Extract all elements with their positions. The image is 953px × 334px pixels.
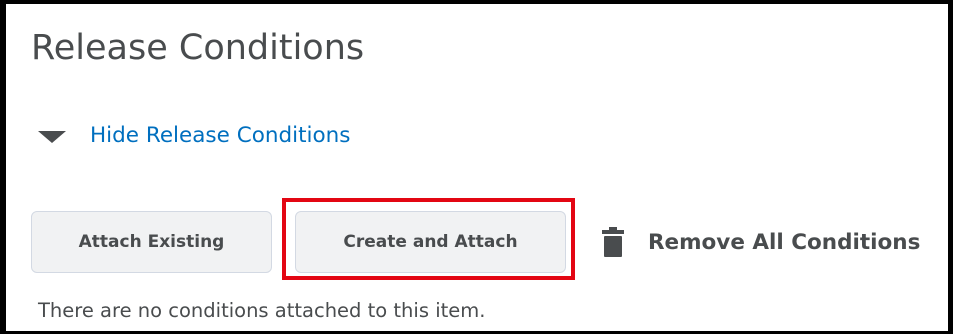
create-and-attach-button[interactable]: Create and Attach: [295, 211, 566, 273]
remove-all-conditions-label[interactable]: Remove All Conditions: [648, 230, 920, 255]
empty-conditions-message: There are no conditions attached to this…: [38, 299, 486, 322]
trash-icon: [602, 227, 624, 257]
hide-release-conditions-toggle[interactable]: Hide Release Conditions: [38, 118, 351, 152]
attach-existing-button[interactable]: Attach Existing: [31, 211, 272, 273]
screenshot-frame: Release Conditions Hide Release Conditio…: [0, 0, 953, 334]
caret-down-icon: [38, 131, 66, 143]
page-title: Release Conditions: [31, 28, 365, 68]
hide-release-conditions-link[interactable]: Hide Release Conditions: [90, 123, 351, 148]
remove-all-conditions-button[interactable]: Remove All Conditions: [602, 222, 920, 262]
